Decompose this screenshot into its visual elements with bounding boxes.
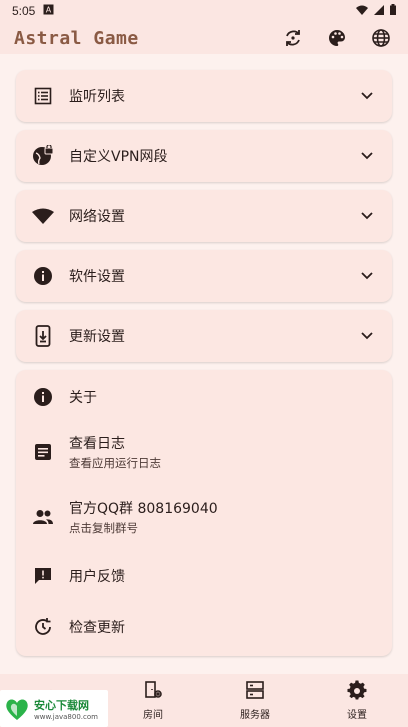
vpn-globe-lock-icon (32, 145, 54, 167)
section-label: 自定义VPN网段 (69, 149, 168, 165)
section-network-settings[interactable]: 网络设置 (16, 190, 392, 242)
list-icon (32, 85, 54, 107)
section-custom-vpn[interactable]: 自定义VPN网段 (16, 130, 392, 182)
nav-room[interactable]: 房间 (102, 674, 204, 727)
app-bar: Astral Game (0, 22, 408, 54)
section-card: 监听列表 (16, 70, 392, 122)
info-icon (32, 265, 54, 287)
section-card: 自定义VPN网段 (16, 130, 392, 182)
server-icon (245, 680, 265, 704)
section-card: 软件设置 (16, 250, 392, 302)
nav-room-label: 房间 (143, 710, 163, 721)
chevron-down-icon[interactable] (358, 327, 376, 345)
phone-download-icon (32, 325, 54, 347)
signal-icon (374, 4, 384, 18)
room-icon (143, 680, 163, 704)
section-label: 软件设置 (69, 269, 125, 285)
qq-group-subtitle: 点击复制群号 (69, 521, 138, 535)
nav-server-label: 服务器 (240, 710, 270, 721)
feedback-label: 用户反馈 (69, 569, 125, 585)
app-title: Astral Game (14, 27, 139, 49)
section-update-settings[interactable]: 更新设置 (16, 310, 392, 362)
watermark-url: www.java800.com (34, 712, 98, 721)
gear-icon (347, 680, 367, 704)
about-item[interactable]: 关于 (16, 374, 392, 420)
qq-group-label: 官方QQ群 808169040 (69, 501, 218, 517)
about-label: 关于 (69, 390, 97, 406)
wifi-icon (32, 205, 54, 227)
nav-server[interactable]: 服务器 (204, 674, 306, 727)
nav-settings[interactable]: 设置 (306, 674, 408, 727)
section-card: 更新设置 (16, 310, 392, 362)
battery-icon (390, 4, 396, 18)
feedback-icon (32, 565, 54, 587)
feedback-item[interactable]: 用户反馈 (16, 550, 392, 602)
view-logs-subtitle: 查看应用运行日志 (69, 456, 161, 470)
watermark-logo: 安心下载网 www.java800.com (0, 690, 108, 727)
check-update-item[interactable]: 检查更新 (16, 602, 392, 652)
section-label: 网络设置 (69, 209, 125, 225)
chevron-down-icon[interactable] (358, 267, 376, 285)
chevron-down-icon[interactable] (358, 87, 376, 105)
qq-group-item[interactable]: 官方QQ群 808169040 点击复制群号 (16, 484, 392, 550)
view-logs-item[interactable]: 查看日志 查看应用运行日志 (16, 420, 392, 484)
watermark-heart-icon (6, 699, 28, 720)
status-time: 5:05 (12, 4, 36, 18)
chevron-down-icon[interactable] (358, 147, 376, 165)
group-icon (32, 506, 54, 528)
section-label: 更新设置 (69, 329, 125, 345)
palette-icon[interactable] (324, 25, 350, 51)
section-software-settings[interactable]: 软件设置 (16, 250, 392, 302)
wifi-status-icon (356, 4, 368, 18)
section-label: 监听列表 (69, 89, 125, 105)
svg-text:A: A (46, 6, 52, 15)
sync-icon[interactable] (280, 25, 306, 51)
notification-a-icon: A (43, 4, 54, 18)
update-icon (32, 616, 54, 638)
check-update-label: 检查更新 (69, 620, 125, 636)
document-icon (32, 441, 54, 463)
settings-list: 监听列表 自定义VPN网段 网络设置 软件设置 更新设置 关于 查看日志 查看应… (16, 70, 392, 664)
chevron-down-icon[interactable] (358, 207, 376, 225)
about-card: 关于 查看日志 查看应用运行日志 官方QQ群 808169040 点击复制群号 … (16, 370, 392, 656)
nav-settings-label: 设置 (347, 710, 367, 721)
section-listen-list[interactable]: 监听列表 (16, 70, 392, 122)
globe-icon[interactable] (368, 25, 394, 51)
status-bar: 5:05 A (0, 0, 408, 22)
watermark-text: 安心下载网 (34, 698, 89, 712)
info-icon (32, 386, 54, 408)
section-card: 网络设置 (16, 190, 392, 242)
view-logs-label: 查看日志 (69, 436, 125, 452)
